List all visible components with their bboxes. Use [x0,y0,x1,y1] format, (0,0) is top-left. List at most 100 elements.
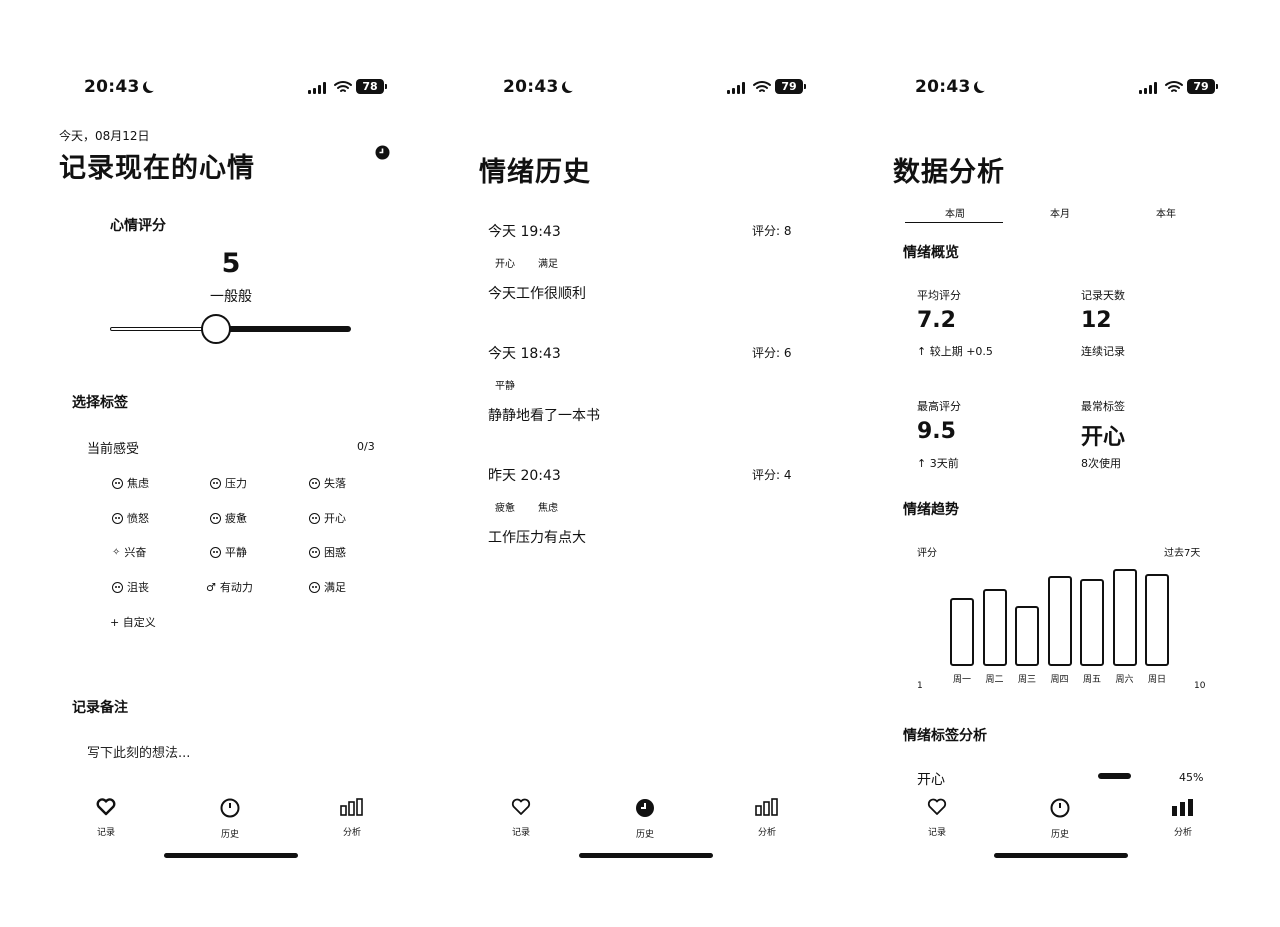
chart-category-label: 周日 [1147,675,1166,685]
tag-satisfied[interactable]: 满足 [309,579,346,595]
tag-analysis-heading: 情绪标签分析 [903,728,987,744]
entry-note: 今天工作很顺利 [488,286,586,302]
score-value: 5 [221,248,241,279]
calm-face-icon [210,546,221,558]
chart-bar [1145,573,1169,666]
moon-icon [146,79,158,91]
overview-heading: 情绪概览 [903,245,959,261]
bar-chart-icon [340,798,363,816]
tab-history[interactable]: 历史 [1030,798,1090,840]
entry-time: 今天 18:43 [488,346,561,362]
history-clock-icon[interactable] [375,145,390,160]
entry-tag: 焦虑 [538,503,558,514]
tired-face-icon [210,512,221,524]
tab-record[interactable]: 记录 [491,798,551,838]
slider-track-right[interactable] [216,326,351,332]
heart-icon [96,798,116,816]
score-slider-thumb[interactable] [201,314,232,344]
tags-heading: 选择标签 [72,395,128,411]
bar-chart-icon [755,798,778,816]
entry-time: 今天 19:43 [488,224,561,240]
tab-analysis[interactable]: 分析 [322,798,382,838]
tab-analysis[interactable]: 分析 [737,798,797,838]
clock-icon [1050,798,1070,818]
history-screen: 20:43 79 情绪历史 今天 19:43 评分: 8 开心 满足 今天工作很… [455,0,855,927]
entry-note: 静静地看了一本书 [488,408,600,424]
signal-icon [1139,82,1159,94]
axis-max-label: 10 [1194,681,1206,691]
tab-record[interactable]: 记录 [907,798,967,838]
home-indicator [579,853,713,858]
tag-angry[interactable]: 愤怒 [112,510,149,526]
tab-history[interactable]: 历史 [200,798,260,840]
chart-bar [1112,568,1137,666]
home-indicator [164,853,298,858]
heart-icon [511,798,531,815]
best-value: 9.5 [917,419,956,444]
page-title: 记录现在的心情 [59,153,255,184]
down-face-icon [112,581,123,593]
status-time: 20:43 [503,77,575,97]
tag-down[interactable]: 沮丧 [112,579,149,595]
record-screen: 20:43 78 今天，08月12日 记录现在的心情 心情评分 5 一般般 选择… [36,0,436,927]
tag-tired[interactable]: 疲惫 [210,510,247,526]
sad-face-icon [309,477,320,489]
chart-category-label: 周四 [1050,675,1069,685]
chart-category-label: 周二 [985,675,1004,685]
segment-indicator [905,222,1003,223]
days-label: 记录天数 [1081,289,1125,302]
bar-chart-icon [1172,799,1193,816]
page-title: 情绪历史 [479,157,591,188]
sparkle-icon: ✧ [112,546,121,558]
chart-category-label: 周三 [1017,675,1036,685]
tag-calm[interactable]: 平静 [210,544,247,560]
tag-motivated[interactable]: ♂ 有动力 [206,579,253,595]
tag-confused[interactable]: 困惑 [309,544,346,560]
wifi-icon [334,81,352,92]
chart-bar [950,597,974,666]
chart-ylabel: 评分 [917,548,937,559]
heart-icon [927,798,947,815]
note-input[interactable]: 写下此刻的想法... [87,742,190,761]
battery-indicator: 79 [1187,79,1218,94]
trend-heading: 情绪趋势 [903,502,959,518]
tag-anxious[interactable]: 焦虑 [112,475,149,491]
wifi-icon [753,81,771,92]
tag-stress[interactable]: 压力 [210,475,247,491]
tag-row-percent: 45% [1179,771,1204,784]
battery-indicator: 78 [356,79,387,94]
happy-face-icon [309,512,320,524]
clock-icon [220,798,240,818]
common-note: 8次使用 [1081,457,1121,470]
wifi-icon [1165,81,1183,92]
custom-tag-button[interactable]: + 自定义 [110,614,156,630]
tab-analysis[interactable]: 分析 [1153,798,1213,838]
stress-face-icon [210,477,221,489]
muscle-icon: ♂ [206,580,216,594]
segment-week[interactable]: 本周 [905,205,1005,220]
note-heading: 记录备注 [72,700,128,716]
record-date: 今天，08月12日 [59,129,150,143]
segment-month[interactable]: 本月 [1010,205,1110,220]
status-time: 20:43 [84,77,156,97]
avg-note: ↑ 较上期 +0.5 [917,345,993,358]
days-note: 连续记录 [1081,345,1125,358]
tab-record[interactable]: 记录 [76,798,136,838]
home-indicator [994,853,1128,858]
tab-history[interactable]: 历史 [615,798,675,840]
chart-category-label: 周六 [1115,675,1134,685]
entry-tag: 平静 [495,381,515,392]
chart-period-label: 过去7天 [1164,548,1201,559]
best-label: 最高评分 [917,400,961,413]
entry-time: 昨天 20:43 [488,468,561,484]
tag-lost[interactable]: 失落 [309,475,346,491]
avg-value: 7.2 [917,308,956,333]
entry-tag: 疲惫 [495,503,515,514]
tag-excited[interactable]: ✧ 兴奋 [112,544,146,560]
common-value: 开心 [1081,425,1126,450]
entry-tag: 开心 [495,259,515,270]
days-value: 12 [1081,308,1112,333]
tag-row-label: 开心 [917,772,945,788]
segment-year[interactable]: 本年 [1116,205,1216,220]
tag-happy[interactable]: 开心 [309,510,346,526]
